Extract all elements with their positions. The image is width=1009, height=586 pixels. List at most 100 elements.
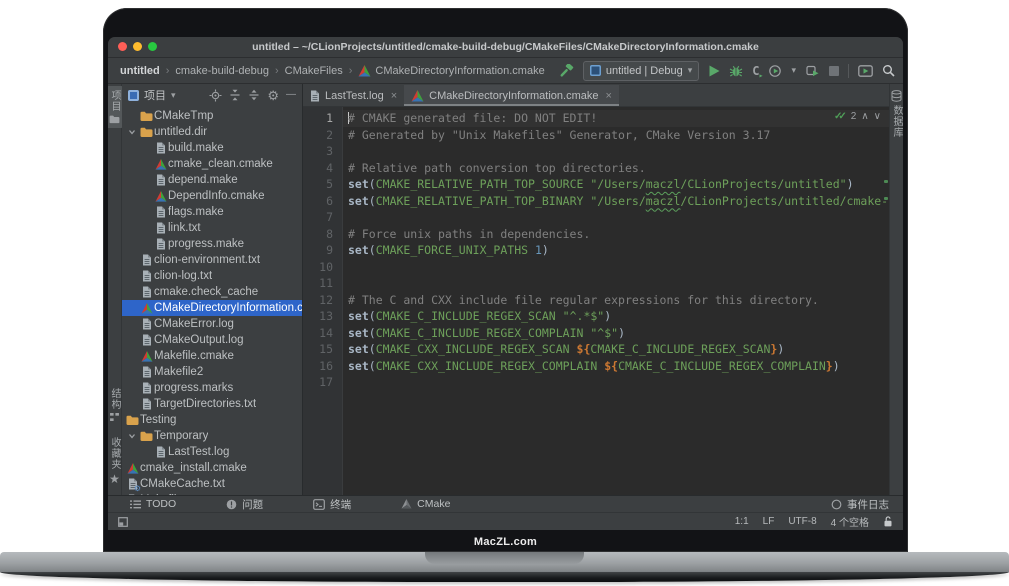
tree-item[interactable]: ⚙CMakeCache.txt xyxy=(122,476,302,492)
line-number[interactable]: 10 xyxy=(303,259,333,276)
run-button[interactable] xyxy=(708,65,720,77)
scrollbar-warning-mark[interactable] xyxy=(884,197,888,200)
attach-process-button[interactable] xyxy=(805,64,820,78)
tree-item[interactable]: Testing xyxy=(122,412,302,428)
chevron-down-icon[interactable]: ▾ xyxy=(791,65,796,76)
macos-titlebar[interactable]: untitled – ~/CLionProjects/untitled/cmak… xyxy=(108,37,903,58)
line-number[interactable]: 8 xyxy=(303,226,333,243)
line-ending[interactable]: LF xyxy=(763,516,775,527)
cmake-icon xyxy=(153,159,168,170)
editor-tab-lasttest[interactable]: LastTest.log × xyxy=(303,85,404,106)
line-number[interactable]: 15 xyxy=(303,341,333,358)
run-anything-button[interactable] xyxy=(858,65,873,77)
line-number[interactable]: 14 xyxy=(303,325,333,342)
breadcrumb-project[interactable]: untitled xyxy=(120,65,160,77)
editor-tab-cmakedirectoryinformation[interactable]: CMakeDirectoryInformation.cmake × xyxy=(404,85,619,106)
line-number[interactable]: 12 xyxy=(303,292,333,309)
inspection-widget[interactable]: ✓✓ 2 ∧ ∨ xyxy=(834,109,881,126)
profiler-button[interactable] xyxy=(768,64,782,78)
tree-item[interactable]: Makefile2 xyxy=(122,364,302,380)
tree-item[interactable]: clion-log.txt xyxy=(122,268,302,284)
lock-icon[interactable] xyxy=(883,516,893,527)
zoom-window-button[interactable] xyxy=(148,42,157,51)
tree-item[interactable]: DependInfo.cmake xyxy=(122,188,302,204)
close-window-button[interactable] xyxy=(118,42,127,51)
line-number[interactable]: 2 xyxy=(303,127,333,144)
tool-window-problems[interactable]: 问题 xyxy=(226,497,263,512)
tree-item[interactable]: LastTest.log xyxy=(122,444,302,460)
breadcrumb-file[interactable]: CMakeDirectoryInformation.cmake xyxy=(375,65,544,77)
collapse-all-icon[interactable] xyxy=(229,89,241,101)
minimize-window-button[interactable] xyxy=(133,42,142,51)
code-editor[interactable]: 1234567891011121314151617 # CMAKE genera… xyxy=(303,107,889,495)
hide-panel-icon[interactable]: — xyxy=(286,90,296,100)
tree-item[interactable]: progress.marks xyxy=(122,380,302,396)
next-problem-icon[interactable]: ∨ xyxy=(874,109,881,126)
tool-strip-tab-favorites[interactable]: 收藏夹 ★ xyxy=(108,433,123,489)
tree-item[interactable]: untitled.dir xyxy=(122,124,302,140)
build-hammer-icon[interactable] xyxy=(559,64,574,78)
chevron-down-icon xyxy=(126,128,137,136)
tree-item[interactable]: CMakeError.log xyxy=(122,316,302,332)
code-line: set(CMAKE_C_INCLUDE_REGEX_SCAN "^.*$") xyxy=(343,308,889,325)
breadcrumb-folder[interactable]: cmake-build-debug xyxy=(175,65,269,77)
line-number[interactable]: 1 xyxy=(303,110,333,127)
close-icon[interactable]: × xyxy=(605,90,611,102)
tree-item[interactable]: link.txt xyxy=(122,220,302,236)
tool-strip-tab-structure[interactable]: 结构 xyxy=(108,384,123,425)
run-configuration-dropdown[interactable]: untitled | Debug ▾ xyxy=(583,61,699,81)
tree-item[interactable]: depend.make xyxy=(122,172,302,188)
tool-window-cmake[interactable]: CMake xyxy=(401,498,450,510)
scrollbar-warning-mark[interactable] xyxy=(884,180,888,183)
line-number[interactable]: 7 xyxy=(303,209,333,226)
line-number[interactable]: 13 xyxy=(303,308,333,325)
tree-item[interactable]: progress.make xyxy=(122,236,302,252)
expand-all-icon[interactable] xyxy=(248,89,260,101)
breadcrumb-folder[interactable]: CMakeFiles xyxy=(285,65,343,77)
tool-window-todo[interactable]: TODO xyxy=(130,498,176,510)
folder-icon xyxy=(109,115,120,124)
close-icon[interactable]: × xyxy=(391,90,397,102)
tool-window-switcher-icon[interactable] xyxy=(118,517,128,527)
tree-item[interactable]: build.make xyxy=(122,140,302,156)
tree-item[interactable]: CMakeTmp xyxy=(122,108,302,124)
debug-button[interactable] xyxy=(729,64,743,78)
tree-item[interactable]: clion-environment.txt xyxy=(122,252,302,268)
search-everywhere-button[interactable] xyxy=(882,64,895,77)
prev-problem-icon[interactable]: ∧ xyxy=(861,109,868,126)
run-coverage-button[interactable]: C▸ xyxy=(752,64,759,78)
tree-item[interactable]: TargetDirectories.txt xyxy=(122,396,302,412)
caret-position[interactable]: 1:1 xyxy=(735,516,749,527)
line-number[interactable]: 17 xyxy=(303,374,333,391)
indent-setting[interactable]: 4 个空格 xyxy=(831,514,869,529)
line-number[interactable]: 6 xyxy=(303,193,333,210)
line-number[interactable]: 9 xyxy=(303,242,333,259)
project-panel-title[interactable]: 项目 xyxy=(144,87,166,103)
file-icon xyxy=(139,270,154,282)
tree-item[interactable]: CMakeOutput.log xyxy=(122,332,302,348)
tool-strip-tab-project[interactable]: 项目 xyxy=(108,86,123,128)
line-number[interactable]: 11 xyxy=(303,275,333,292)
stop-button[interactable] xyxy=(829,66,839,76)
project-tree[interactable]: CMakeTmpuntitled.dirbuild.makecmake_clea… xyxy=(122,106,302,495)
line-number[interactable]: 3 xyxy=(303,143,333,160)
tree-item[interactable]: flags.make xyxy=(122,204,302,220)
editor-gutter[interactable]: 1234567891011121314151617 xyxy=(303,107,343,495)
line-number[interactable]: 16 xyxy=(303,358,333,375)
tree-item[interactable]: cmake_clean.cmake xyxy=(122,156,302,172)
tree-item[interactable]: CMakeDirectoryInformation.cmake xyxy=(122,300,302,316)
line-number[interactable]: 5 xyxy=(303,176,333,193)
file-encoding[interactable]: UTF-8 xyxy=(788,516,816,527)
line-number[interactable]: 4 xyxy=(303,160,333,177)
tree-item[interactable]: Makefile.cmake xyxy=(122,348,302,364)
tree-item[interactable]: cmake_install.cmake xyxy=(122,460,302,476)
gear-icon[interactable]: ⚙ xyxy=(267,89,279,102)
tree-item[interactable]: Temporary xyxy=(122,428,302,444)
tree-item[interactable]: cmake.check_cache xyxy=(122,284,302,300)
locate-file-icon[interactable] xyxy=(209,89,222,102)
tool-window-event-log[interactable]: 事件日志 xyxy=(831,497,889,512)
code-area[interactable]: # CMAKE generated file: DO NOT EDIT!# Ge… xyxy=(343,107,889,495)
chevron-down-icon[interactable]: ▾ xyxy=(171,90,176,101)
tool-window-terminal[interactable]: 终端 xyxy=(313,497,351,512)
tool-strip-tab-database[interactable]: 数据库 xyxy=(888,86,903,142)
